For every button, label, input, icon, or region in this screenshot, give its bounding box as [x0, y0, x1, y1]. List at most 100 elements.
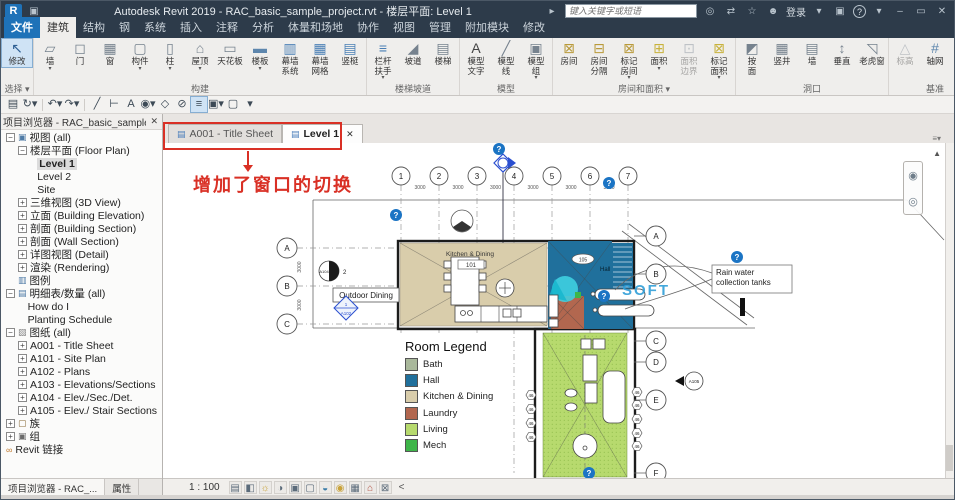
tree-toggle-icon[interactable]: +: [6, 419, 15, 428]
ribbon-tab-修改[interactable]: 修改: [516, 17, 552, 38]
dropdown-icon[interactable]: ▾: [258, 66, 261, 72]
dropdown-icon[interactable]: ▾: [198, 66, 201, 72]
ribbon-button-room-separator[interactable]: ⊟ 房间 分隔: [584, 39, 614, 76]
tree-item[interactable]: + A101 - Site Plan: [1, 352, 162, 365]
ribbon-button-stair[interactable]: ▤ 楼梯: [428, 39, 458, 67]
ribbon-button-wall-opening[interactable]: ▤ 墙: [797, 39, 827, 67]
tree-item[interactable]: − ▤ 明细表/数量 (all): [1, 287, 162, 300]
drawing-canvas[interactable]: Rain water collection tanks Kitchen & Di…: [163, 143, 945, 478]
switch-windows-icon[interactable]: ▣▾: [208, 97, 224, 112]
ribbon-tab-附加模块[interactable]: 附加模块: [458, 17, 516, 38]
help-search-input[interactable]: [565, 4, 697, 18]
tree-toggle-icon[interactable]: −: [6, 289, 15, 298]
tree-item[interactable]: Planting Schedule: [1, 313, 162, 326]
close-icon[interactable]: ✕: [346, 129, 354, 140]
ribbon-button-railing[interactable]: ≡ 栏杆 扶手 ▾: [368, 39, 398, 81]
tree-item[interactable]: Level 2: [1, 170, 162, 183]
save-icon[interactable]: ▤: [5, 97, 21, 112]
account-icon[interactable]: ☻: [765, 6, 781, 17]
ribbon-button-shaft[interactable]: ▦ 竖井: [767, 39, 797, 67]
ribbon-tab-注释[interactable]: 注释: [209, 17, 245, 38]
ribbon-tab-建筑[interactable]: 建筑: [40, 17, 76, 38]
thin-lines-icon[interactable]: ≡: [190, 96, 208, 113]
detail-level-icon[interactable]: ▤: [228, 480, 242, 494]
restore-button[interactable]: ▭: [913, 6, 929, 17]
tree-item[interactable]: − ▧ 图纸 (all): [1, 326, 162, 339]
tree-toggle-icon[interactable]: +: [18, 263, 27, 272]
steering-wheel-icon[interactable]: ◉: [908, 169, 918, 182]
login-label[interactable]: 登录: [786, 4, 806, 19]
tree-toggle-icon[interactable]: +: [18, 198, 27, 207]
ribbon-button-dormer[interactable]: ◹ 老虎窗: [857, 39, 887, 67]
view-tab-level-1[interactable]: ▤ Level 1 ✕: [281, 124, 363, 143]
help-question-icon[interactable]: ?: [493, 143, 505, 155]
ribbon-tab-钢[interactable]: 钢: [112, 17, 137, 38]
tree-toggle-icon[interactable]: −: [18, 146, 27, 155]
ribbon-button-column[interactable]: ▯ 柱 ▾: [155, 39, 185, 72]
tree-toggle-icon[interactable]: +: [18, 380, 27, 389]
temp-view-icon[interactable]: ▦: [348, 480, 362, 494]
ribbon-button-by-face[interactable]: ◩ 按 面: [737, 39, 767, 76]
ribbon-tab-分析[interactable]: 分析: [245, 17, 281, 38]
hide-isolate-icon[interactable]: ◒: [318, 480, 332, 494]
zoom-icon[interactable]: ◎: [908, 195, 918, 208]
ribbon-button-room[interactable]: ⊠ 房间: [554, 39, 584, 67]
help-dropdown-icon[interactable]: ▾: [871, 6, 887, 17]
tree-toggle-icon[interactable]: −: [6, 133, 15, 142]
ribbon-button-curtain-system[interactable]: ▥ 幕墙 系统: [275, 39, 305, 76]
ribbon-tab-结构[interactable]: 结构: [76, 17, 112, 38]
tree-toggle-icon[interactable]: +: [18, 367, 27, 376]
steering-wheel-icon[interactable]: ◉▾: [140, 97, 156, 112]
ribbon-button-ceiling[interactable]: ▭ 天花板: [215, 39, 245, 67]
sun-path-icon[interactable]: ☼: [258, 480, 272, 494]
section-icon[interactable]: ⊘: [174, 97, 190, 112]
text-icon[interactable]: A: [123, 97, 139, 112]
ribbon-button-grid[interactable]: # 轴网: [920, 39, 950, 67]
tree-item[interactable]: + ▢ 族: [1, 417, 162, 430]
tree-item[interactable]: How do I: [1, 300, 162, 313]
titlebar-left-icons[interactable]: ▣: [26, 6, 42, 17]
ribbon-button-model-text[interactable]: A 模型 文字: [461, 39, 491, 76]
analytical-model-icon[interactable]: ⌂: [363, 480, 377, 494]
show-crop-icon[interactable]: ▢: [303, 480, 317, 494]
ribbon-button-curtain-grid[interactable]: ▦ 幕墙 网格: [305, 39, 335, 76]
view-list-icon[interactable]: ≡▾: [932, 134, 945, 143]
tree-item[interactable]: + A001 - Title Sheet: [1, 339, 162, 352]
dropdown-icon[interactable]: ▾: [48, 66, 51, 72]
crop-view-icon[interactable]: ▣: [288, 480, 302, 494]
palette-tab[interactable]: 属性: [105, 479, 140, 495]
vertical-scrollbar[interactable]: [945, 143, 954, 478]
scrollbar-thumb[interactable]: [946, 445, 953, 471]
ribbon-button-tag-room[interactable]: ⊠ 标记 房间 ▾: [614, 39, 644, 81]
tree-item[interactable]: + A105 - Elev./ Stair Sections: [1, 404, 162, 417]
view-tab-a001-title-sheet[interactable]: ▤ A001 - Title Sheet: [168, 124, 282, 143]
redo-icon[interactable]: ↷▾: [64, 97, 80, 112]
reveal-hidden-icon[interactable]: ◉: [333, 480, 347, 494]
view-scale[interactable]: 1 : 100: [189, 482, 220, 493]
ribbon-button-area[interactable]: ⊞ 面积 ▾: [644, 39, 674, 72]
tree-item[interactable]: + 渲染 (Rendering): [1, 261, 162, 274]
sync-icon[interactable]: ↻▾: [22, 97, 38, 112]
tree-item[interactable]: − 楼层平面 (Floor Plan): [1, 144, 162, 157]
ribbon-button-roof[interactable]: ⌂ 屋顶 ▾: [185, 39, 215, 72]
navigation-bar[interactable]: ◉ ◎: [903, 161, 923, 215]
visual-style-icon[interactable]: ◧: [243, 480, 257, 494]
ribbon-tab-体量和场地[interactable]: 体量和场地: [281, 17, 350, 38]
customize-qat-icon[interactable]: ▾: [242, 97, 258, 112]
tree-toggle-icon[interactable]: +: [18, 406, 27, 415]
tree-toggle-icon[interactable]: +: [18, 341, 27, 350]
close-icon[interactable]: ✕: [148, 116, 160, 127]
ribbon-button-model-line[interactable]: ╱ 模型 线: [491, 39, 521, 76]
shadows-icon[interactable]: ◑: [273, 480, 287, 494]
dropdown-icon[interactable]: ▾: [811, 6, 827, 17]
tree-toggle-icon[interactable]: +: [18, 224, 27, 233]
aligned-dimension-icon[interactable]: ⊢: [106, 97, 122, 112]
close-button[interactable]: ✕: [934, 6, 950, 17]
ribbon-button-ref-plane[interactable]: ▱参照 平面: [950, 39, 954, 76]
ribbon-button-tag-area[interactable]: ⊠ 标记 面积 ▾: [704, 39, 734, 81]
palette-tab[interactable]: 项目浏览器 - RAC_...: [1, 479, 106, 495]
dropdown-icon[interactable]: ▾: [717, 75, 720, 81]
ribbon-button-modify[interactable]: ↖ 修改: [1, 38, 33, 68]
tree-item[interactable]: + A103 - Elevations/Sections: [1, 378, 162, 391]
tree-toggle-icon[interactable]: +: [18, 393, 27, 402]
